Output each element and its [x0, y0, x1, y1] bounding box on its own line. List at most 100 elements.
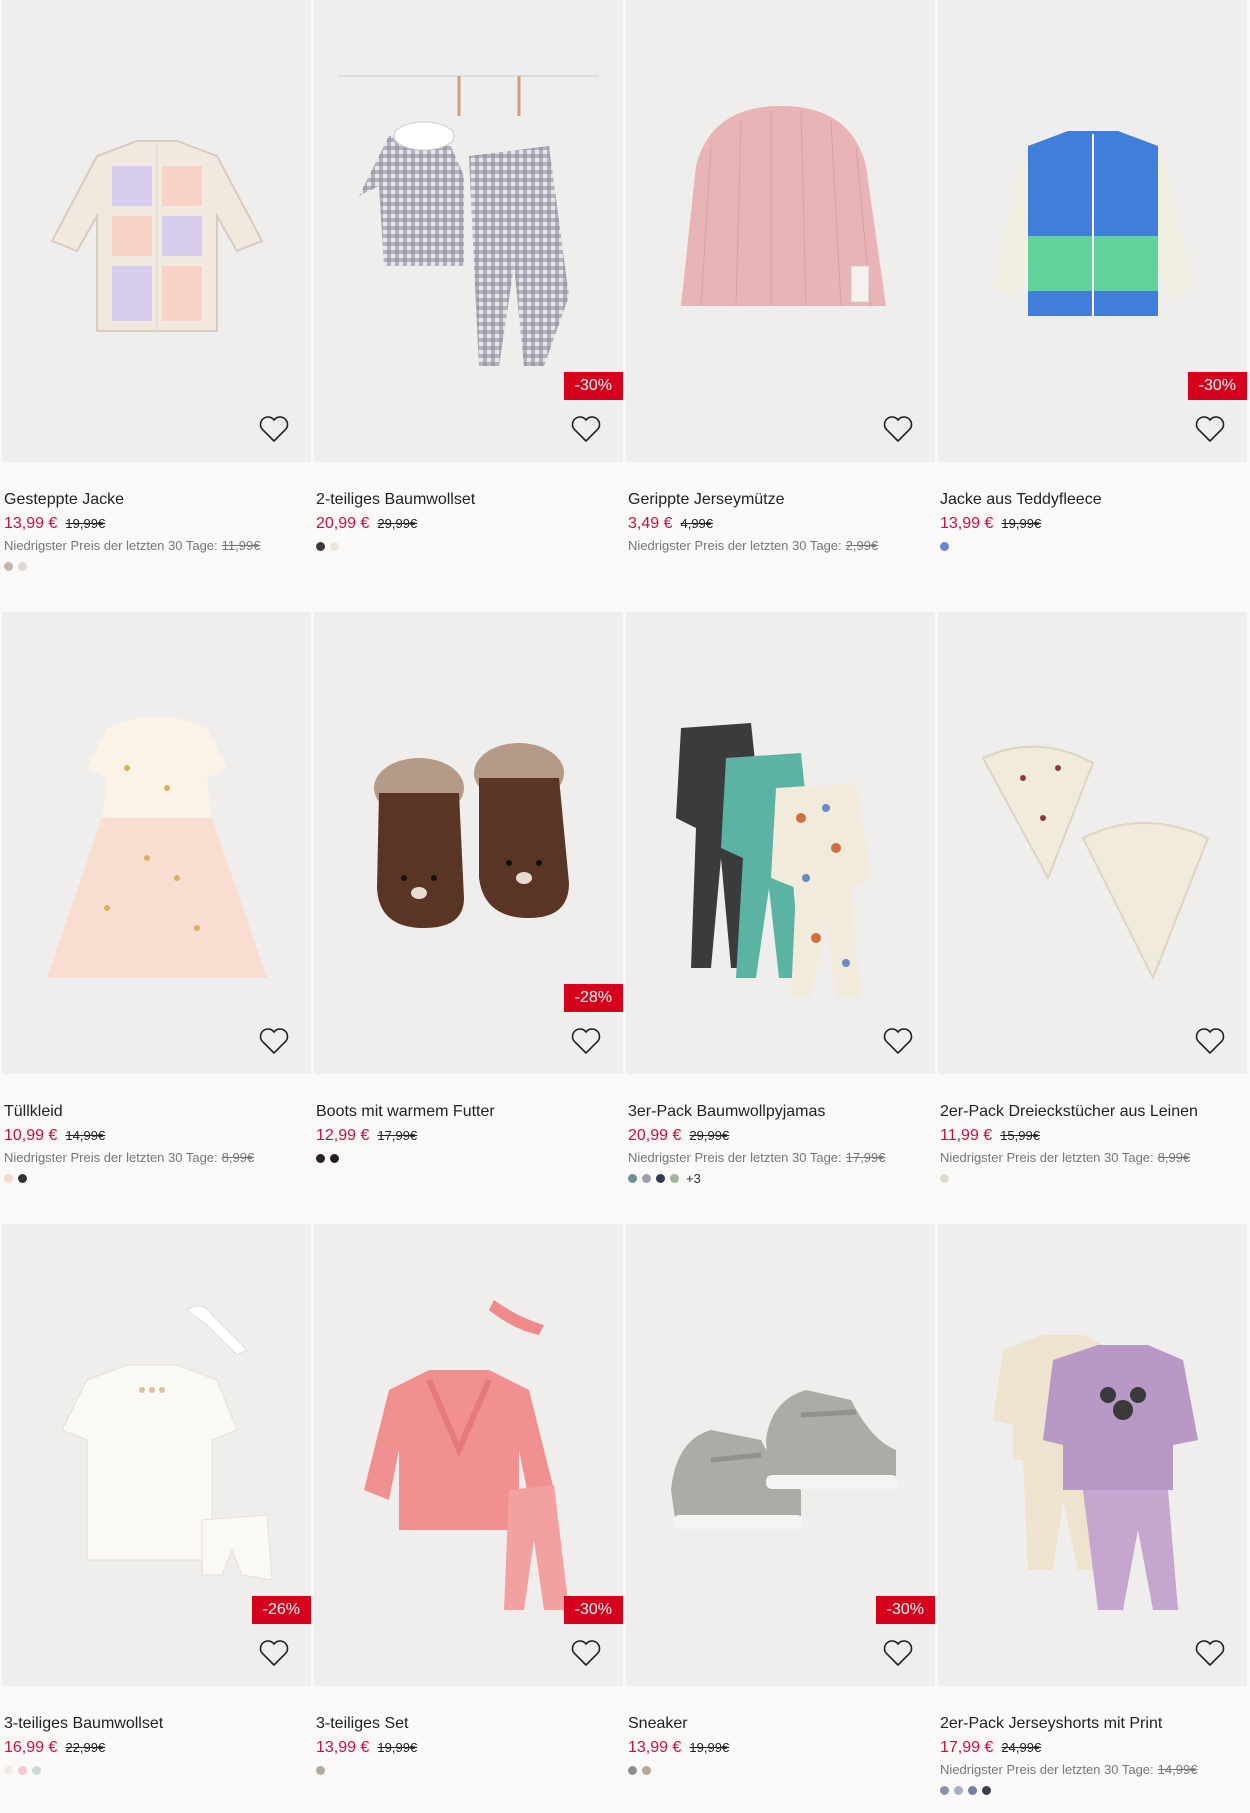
heart-icon[interactable] [569, 1636, 603, 1670]
color-swatch[interactable] [954, 1785, 963, 1795]
product-card[interactable]: Gerippte Jerseymütze 3,49 € 4,99€ Niedrig… [626, 0, 935, 554]
color-swatch[interactable] [4, 561, 13, 571]
beanie-icon [680, 106, 886, 307]
sale-price: 16,99 € [4, 1739, 58, 1756]
heart-icon[interactable] [257, 1024, 291, 1058]
product-card[interactable]: 3er-Pack Baumwollpyjamas 20,99 € 29,99€ N… [626, 612, 935, 1186]
lowest-price: 2,99€ [845, 538, 879, 553]
product-title[interactable]: 2er-Pack Dreieckstücher aus Leinen [940, 1103, 1247, 1121]
color-swatch[interactable] [4, 1173, 13, 1183]
color-swatch[interactable] [656, 1173, 665, 1183]
more-colors-link[interactable]: +3 [686, 1171, 701, 1186]
discount-badge: -30% [563, 1596, 623, 1624]
color-swatch[interactable] [18, 1765, 27, 1775]
product-card[interactable]: 2er-Pack Dreieckstücher aus Leinen 11,99… [938, 612, 1247, 1184]
heart-icon[interactable] [257, 412, 291, 446]
product-card[interactable]: -28% Boots mit warmem Futter 12,99 € 17,9… [314, 612, 623, 1164]
product-title[interactable]: Tüllkleid [4, 1103, 311, 1121]
product-image[interactable]: -28% [314, 612, 623, 1074]
product-image[interactable]: -30% [938, 0, 1247, 462]
discount-badge: -28% [563, 984, 623, 1012]
color-swatch[interactable] [330, 1153, 339, 1163]
color-swatches [4, 1172, 311, 1184]
product-card[interactable]: Tüllkleid 10,99 € 14,99€ Niedrigster Prei… [2, 612, 311, 1184]
heart-icon[interactable] [881, 412, 915, 446]
color-swatch[interactable] [940, 1785, 949, 1795]
product-image[interactable]: -30% [626, 1224, 935, 1686]
color-swatch[interactable] [32, 1765, 41, 1775]
product-image[interactable] [938, 1224, 1247, 1686]
color-swatch[interactable] [316, 1153, 325, 1163]
sale-price: 12,99 € [316, 1127, 370, 1144]
color-swatches [940, 1172, 1247, 1184]
product-card[interactable]: 2er-Pack Jerseyshorts mit Print 17,99 € 2… [938, 1224, 1247, 1796]
color-swatch[interactable] [316, 541, 325, 551]
color-swatch[interactable] [628, 1765, 637, 1775]
pyjamas-icon [675, 723, 871, 998]
color-swatch[interactable] [4, 1765, 13, 1775]
product-title[interactable]: Gesteppte Jacke [4, 491, 311, 509]
product-card[interactable]: -30% Sneaker 13,99 € 19,99€ [626, 1224, 935, 1776]
product-card[interactable]: -30% 2-teiliges Baumwollset 20,99 € 29,99… [314, 0, 623, 552]
product-title[interactable]: Boots mit warmem Futter [316, 1103, 623, 1121]
product-image[interactable] [938, 612, 1247, 1074]
color-swatch[interactable] [968, 1785, 977, 1795]
product-title[interactable]: 3er-Pack Baumwollpyjamas [628, 1103, 935, 1121]
heart-icon[interactable] [881, 1024, 915, 1058]
lowest-price-note: Niedrigster Preis der letzten 30 Tage: 17… [628, 1150, 935, 1166]
product-image[interactable] [626, 0, 935, 462]
product-image[interactable] [2, 0, 311, 462]
color-swatch[interactable] [642, 1765, 651, 1775]
product-card[interactable]: -30% 3-teiliges Set 13,99 € 19,99€ [314, 1224, 623, 1776]
color-swatch[interactable] [940, 1173, 949, 1183]
color-swatches [316, 1764, 623, 1776]
heart-icon[interactable] [569, 412, 603, 446]
color-swatch[interactable] [642, 1173, 651, 1183]
heart-icon[interactable] [1193, 412, 1227, 446]
color-swatches [940, 540, 1247, 552]
sale-price: 13,99 € [316, 1739, 370, 1756]
fleece-vest-icon [992, 131, 1193, 316]
heart-icon[interactable] [257, 1636, 291, 1670]
product-card[interactable]: -26% 3-teiliges Baumwollset 16,99 € 22,99… [2, 1224, 311, 1776]
color-swatch[interactable] [982, 1785, 991, 1795]
product-title[interactable]: 2-teiliges Baumwollset [316, 491, 623, 509]
product-image[interactable] [626, 612, 935, 1074]
heart-icon[interactable] [881, 1636, 915, 1670]
pink-sweater-set-icon [363, 1300, 569, 1610]
sale-price: 11,99 € [940, 1127, 993, 1144]
color-swatch[interactable] [628, 1173, 637, 1183]
color-swatch[interactable] [940, 541, 949, 551]
sale-price: 20,99 € [628, 1127, 682, 1144]
product-title[interactable]: 3-teiliges Set [316, 1715, 623, 1733]
old-price: 29,99€ [377, 516, 418, 531]
product-image[interactable]: -26% [2, 1224, 311, 1686]
sale-price: 13,99 € [940, 515, 994, 532]
sale-price: 13,99 € [4, 515, 58, 532]
product-title[interactable]: 3-teiliges Baumwollset [4, 1715, 311, 1733]
sale-price: 17,99 € [940, 1739, 994, 1756]
color-swatch[interactable] [330, 541, 339, 551]
color-swatch[interactable] [316, 1765, 325, 1775]
discount-badge: -30% [563, 372, 623, 400]
product-title[interactable]: Jacke aus Teddyfleece [940, 491, 1247, 509]
heart-icon[interactable] [1193, 1636, 1227, 1670]
lowest-price-label: Niedrigster Preis der letzten 30 Tage: [628, 538, 842, 553]
product-title[interactable]: Sneaker [628, 1715, 935, 1733]
product-title[interactable]: Gerippte Jerseymütze [628, 491, 935, 509]
color-swatch[interactable] [670, 1173, 679, 1183]
product-card[interactable]: -30% Jacke aus Teddyfleece 13,99 € 19,99€ [938, 0, 1247, 552]
color-swatch[interactable] [18, 1173, 27, 1183]
old-price: 17,99€ [377, 1128, 418, 1143]
product-image[interactable]: -30% [314, 1224, 623, 1686]
lowest-price-note: Niedrigster Preis der letzten 30 Tage: 2,… [628, 538, 935, 554]
product-card[interactable]: Gesteppte Jacke 13,99 € 19,99€ Niedrigste… [2, 0, 311, 572]
product-title[interactable]: 2er-Pack Jerseyshorts mit Print [940, 1715, 1247, 1733]
heart-icon[interactable] [569, 1024, 603, 1058]
heart-icon[interactable] [1193, 1024, 1227, 1058]
product-image[interactable] [2, 612, 311, 1074]
color-swatch[interactable] [18, 561, 27, 571]
old-price: 24,99€ [1001, 1740, 1042, 1755]
product-image[interactable]: -30% [314, 0, 623, 462]
color-swatches [628, 1764, 935, 1776]
